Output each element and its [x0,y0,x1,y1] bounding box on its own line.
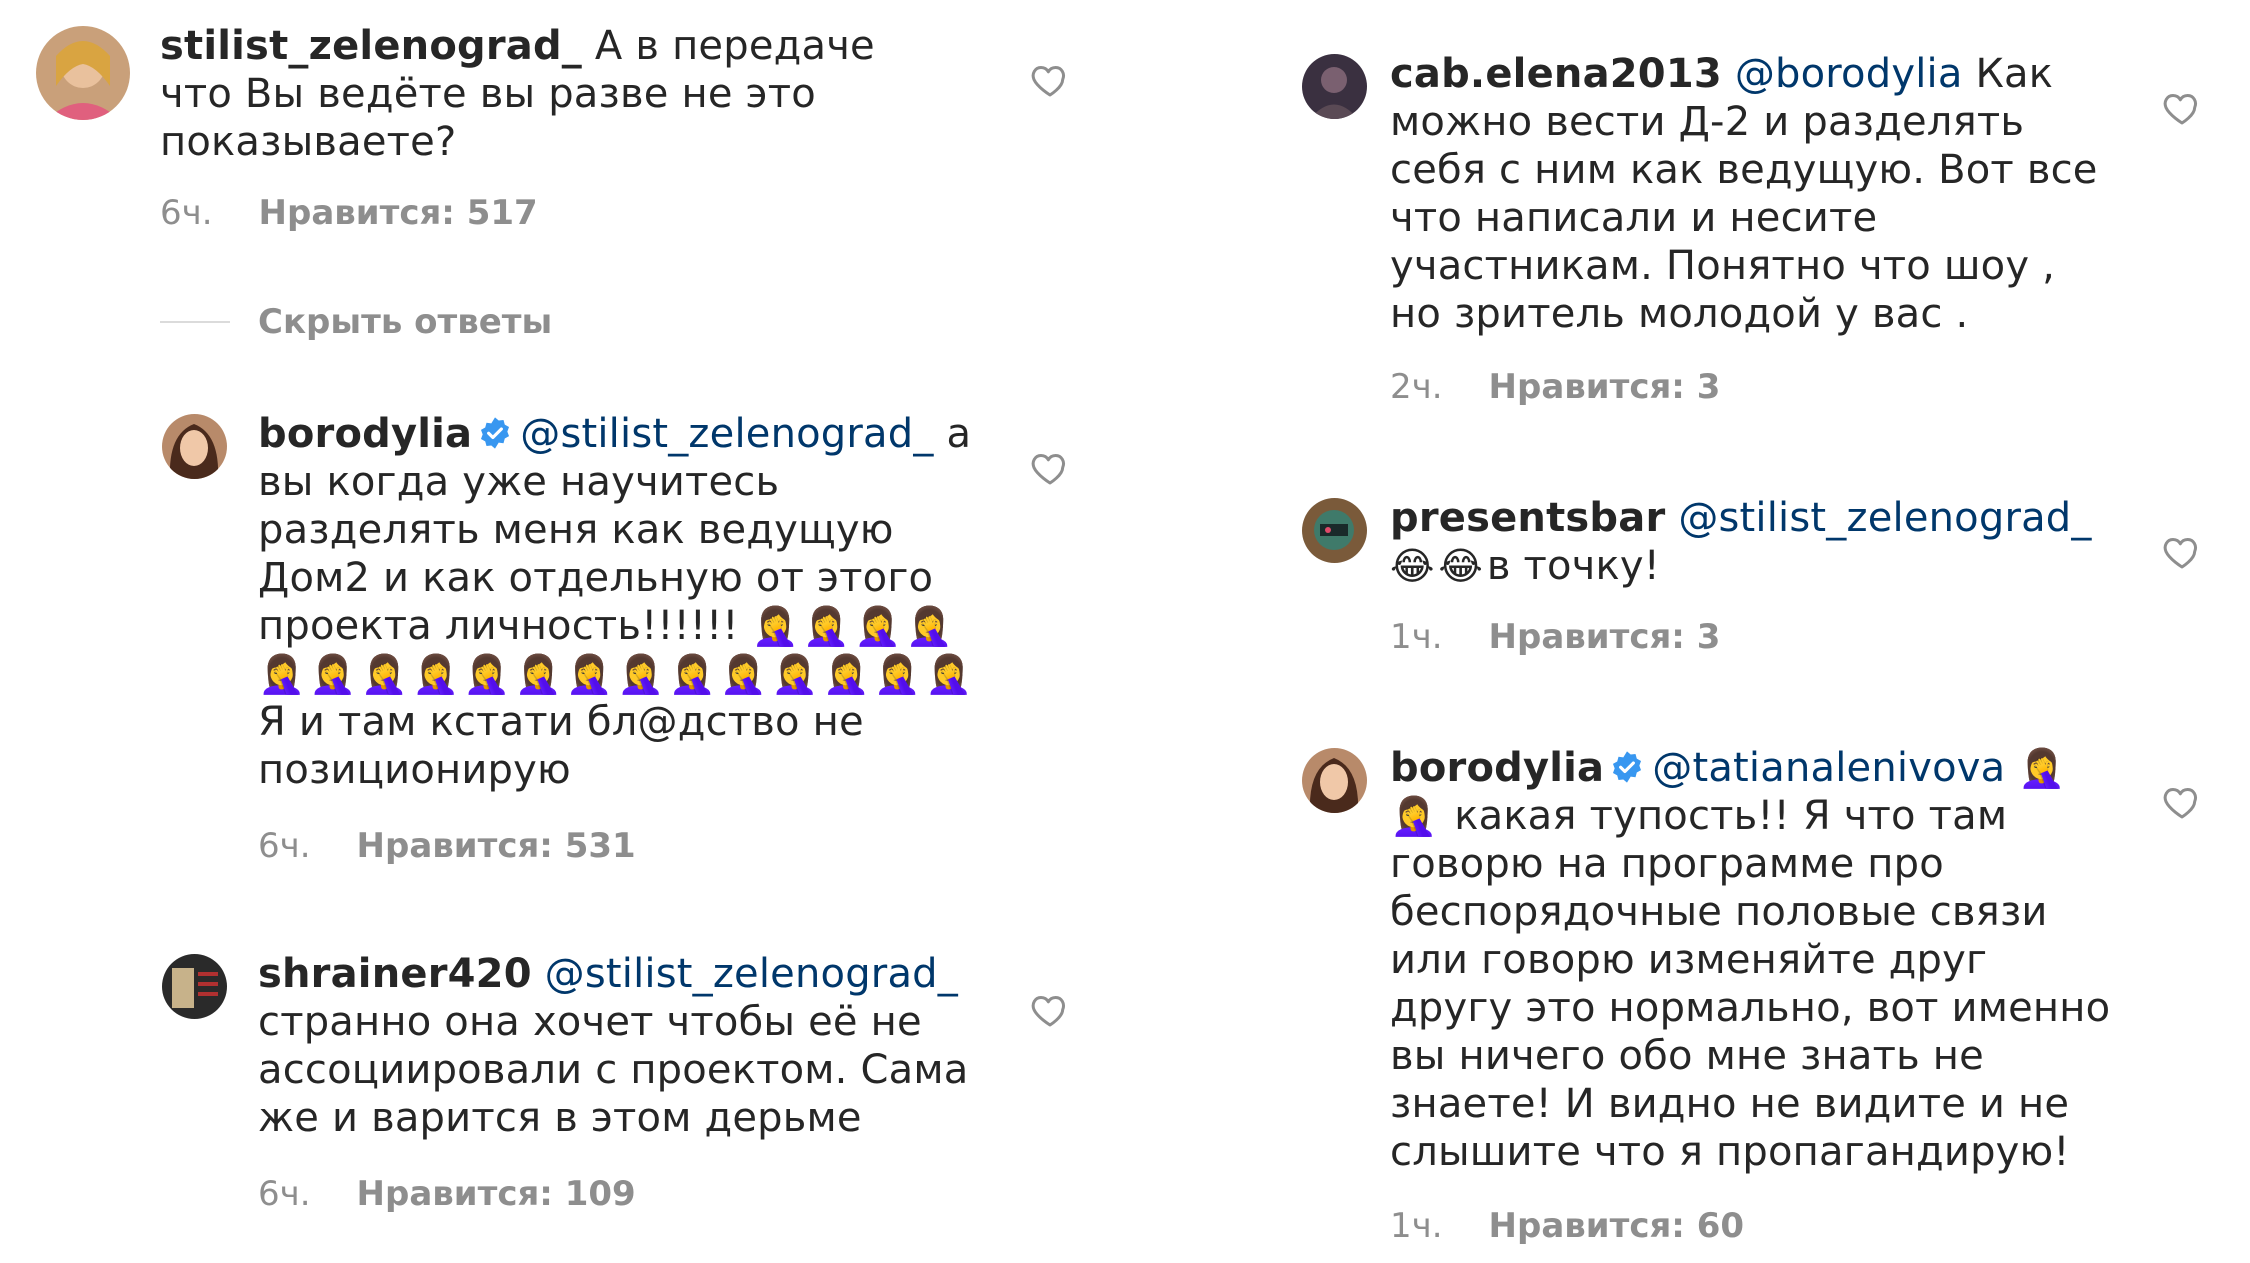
verified-badge-icon [1613,751,1642,783]
heart-icon[interactable] [2162,782,2202,822]
heart-icon[interactable] [2162,532,2202,572]
comment-meta: 6ч. Нравится: 517 [160,193,538,233]
emoji-laughing: 😂😂 [1390,544,1487,588]
username[interactable]: presentsbar [1390,495,1665,541]
comment-text: cab.elena2013 @borodylia Как можно вести… [1390,50,2110,338]
username[interactable]: borodylia [258,411,472,457]
avatar[interactable] [36,26,130,120]
hide-replies-button[interactable]: Скрыть ответы [160,302,552,342]
comment-text: stilist_zelenograd_ А в передаче что Вы … [160,22,940,166]
username[interactable]: borodylia [1390,745,1604,791]
likes-count[interactable]: Нравится: 517 [259,193,538,233]
timestamp: 6ч. [258,826,311,866]
heart-icon[interactable] [1030,448,1070,488]
heart-icon[interactable] [1030,990,1070,1030]
timestamp: 1ч. [1390,1206,1443,1246]
likes-count[interactable]: Нравится: 531 [357,826,636,866]
username[interactable]: stilist_zelenograd_ [160,23,582,69]
mention-link[interactable]: @stilist_zelenograd_ [1678,495,2091,541]
likes-count[interactable]: Нравится: 60 [1489,1206,1745,1246]
comment-body-end: Я и там кстати бл@дство не позиционирую [258,699,864,793]
timestamp: 6ч. [160,193,213,233]
avatar[interactable] [1302,498,1367,563]
comment-body: в точку! [1486,543,1660,589]
comment-meta: 2ч. Нравится: 3 [1390,367,1720,407]
avatar[interactable] [162,414,227,479]
mention-link[interactable]: @borodylia [1735,51,1963,97]
heart-icon[interactable] [1030,60,1070,100]
mention-link[interactable]: @stilist_zelenograd_ [520,411,933,457]
comment-meta: 6ч. Нравится: 531 [258,826,636,866]
likes-count[interactable]: Нравится: 3 [1489,367,1721,407]
comment-body: какая тупость!! Я что там говорю на прог… [1390,793,2111,1175]
timestamp: 6ч. [258,1174,311,1214]
comment-meta: 6ч. Нравится: 109 [258,1174,636,1214]
comment-text: shrainer420 @stilist_zelenograd_ странно… [258,950,978,1142]
likes-count[interactable]: Нравится: 109 [357,1174,636,1214]
likes-count[interactable]: Нравится: 3 [1489,617,1721,657]
comment-meta: 1ч. Нравится: 3 [1390,617,1720,657]
comment-text: borodylia @tatianalenivova 🤦‍♀️🤦‍♀️ какая… [1390,744,2120,1176]
username[interactable]: shrainer420 [258,951,532,997]
mention-link[interactable]: @tatianalenivova [1652,745,2005,791]
comment-text: presentsbar @stilist_zelenograd_ 😂😂в точ… [1390,494,2110,590]
heart-icon[interactable] [2162,88,2202,128]
comment-meta: 1ч. Нравится: 60 [1390,1206,1744,1246]
username[interactable]: cab.elena2013 [1390,51,1722,97]
timestamp: 1ч. [1390,617,1443,657]
divider [160,321,230,323]
avatar[interactable] [1302,54,1367,119]
verified-badge-icon [481,417,510,449]
comment-body: странно она хочет чтобы её не ассоцииров… [258,999,969,1141]
comment-text: borodylia @stilist_zelenograd_ а вы когда… [258,410,988,794]
hide-replies-label: Скрыть ответы [258,302,553,342]
timestamp: 2ч. [1390,367,1443,407]
mention-link[interactable]: @stilist_zelenograd_ [545,951,958,997]
avatar[interactable] [162,954,227,1019]
avatar[interactable] [1302,748,1367,813]
